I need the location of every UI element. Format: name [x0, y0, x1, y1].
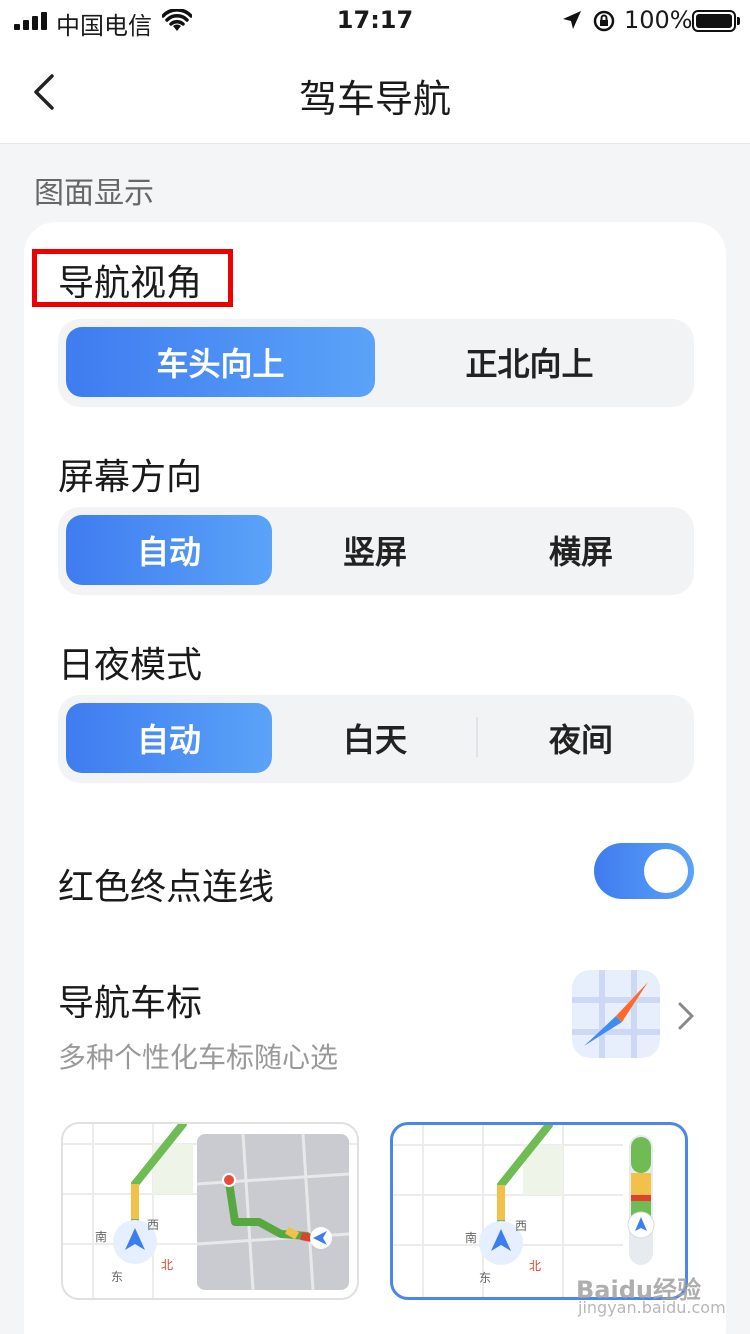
car-marker-thumbnail[interactable] [572, 970, 660, 1058]
orientation-option-portrait[interactable]: 竖屏 [272, 515, 478, 585]
compass-east-label: 东 [111, 1270, 124, 1284]
day-night-label: 日夜模式 [58, 645, 203, 686]
compass-west-label: 西 [515, 1219, 528, 1233]
compass-south-label: 南 [95, 1230, 108, 1244]
section-title: 图面显示 [34, 176, 154, 211]
location-arrow-icon [563, 11, 581, 29]
orientation-option-auto[interactable]: 自动 [66, 515, 272, 585]
chevron-right-icon[interactable] [676, 1000, 698, 1032]
day-night-option-day[interactable]: 白天 [272, 703, 478, 773]
car-marker-label[interactable]: 导航车标 [58, 974, 202, 1026]
battery-icon [692, 10, 740, 32]
compass-north-label: 北 [529, 1259, 542, 1273]
marker-preview-left[interactable]: 南 西 东 北 [61, 1122, 359, 1300]
nav-bar: 驾车导航 [0, 42, 750, 144]
compass-needle-icon [572, 970, 660, 1058]
compass-south-label: 南 [465, 1231, 478, 1245]
page-title: 驾车导航 [298, 77, 451, 121]
orientation-option-landscape[interactable]: 横屏 [478, 515, 684, 585]
status-bar: 中国电信 17:17 100% [0, 0, 750, 42]
screen-orientation-segmented: 自动 竖屏 横屏 [58, 507, 694, 595]
view-angle-option-north-up[interactable]: 正北向上 [375, 327, 684, 397]
orientation-lock-icon [593, 10, 615, 32]
compass-west-label: 西 [147, 1218, 160, 1232]
watermark-url: jingyan.baidu.com [578, 1298, 726, 1317]
view-angle-segmented: 车头向上 正北向上 [58, 319, 694, 407]
battery-percent: 100% [624, 6, 693, 34]
compass-east-label: 东 [479, 1271, 492, 1285]
car-marker-subtitle: 多种个性化车标随心选 [58, 1041, 339, 1074]
view-angle-label: 导航视角 [58, 263, 203, 304]
day-night-option-night[interactable]: 夜间 [478, 703, 684, 773]
view-angle-option-heading-up[interactable]: 车头向上 [66, 327, 375, 397]
red-line-toggle[interactable] [594, 843, 694, 899]
compass-north-label: 北 [161, 1258, 174, 1272]
day-night-segmented: 自动 白天 夜间 [58, 695, 694, 783]
map-preview-image [63, 1124, 357, 1298]
toggle-knob [644, 849, 688, 893]
screen-orientation-label: 屏幕方向 [58, 457, 203, 498]
day-night-option-auto[interactable]: 自动 [66, 703, 272, 773]
red-line-label: 红色终点连线 [58, 867, 275, 908]
